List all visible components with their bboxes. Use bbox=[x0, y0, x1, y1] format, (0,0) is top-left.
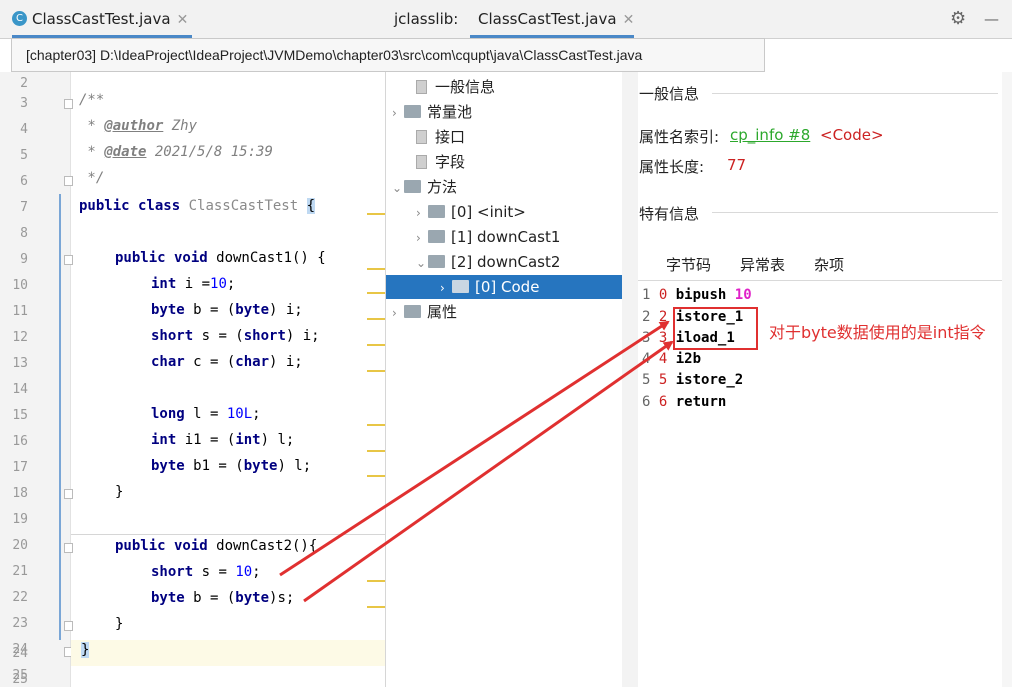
annotation-arrow bbox=[279, 320, 670, 577]
annotation-arrow bbox=[303, 340, 674, 603]
file-path-tooltip: [chapter03] D:\IdeaProject\IdeaProject\J… bbox=[11, 38, 765, 72]
annotation-arrows bbox=[279, 320, 674, 603]
